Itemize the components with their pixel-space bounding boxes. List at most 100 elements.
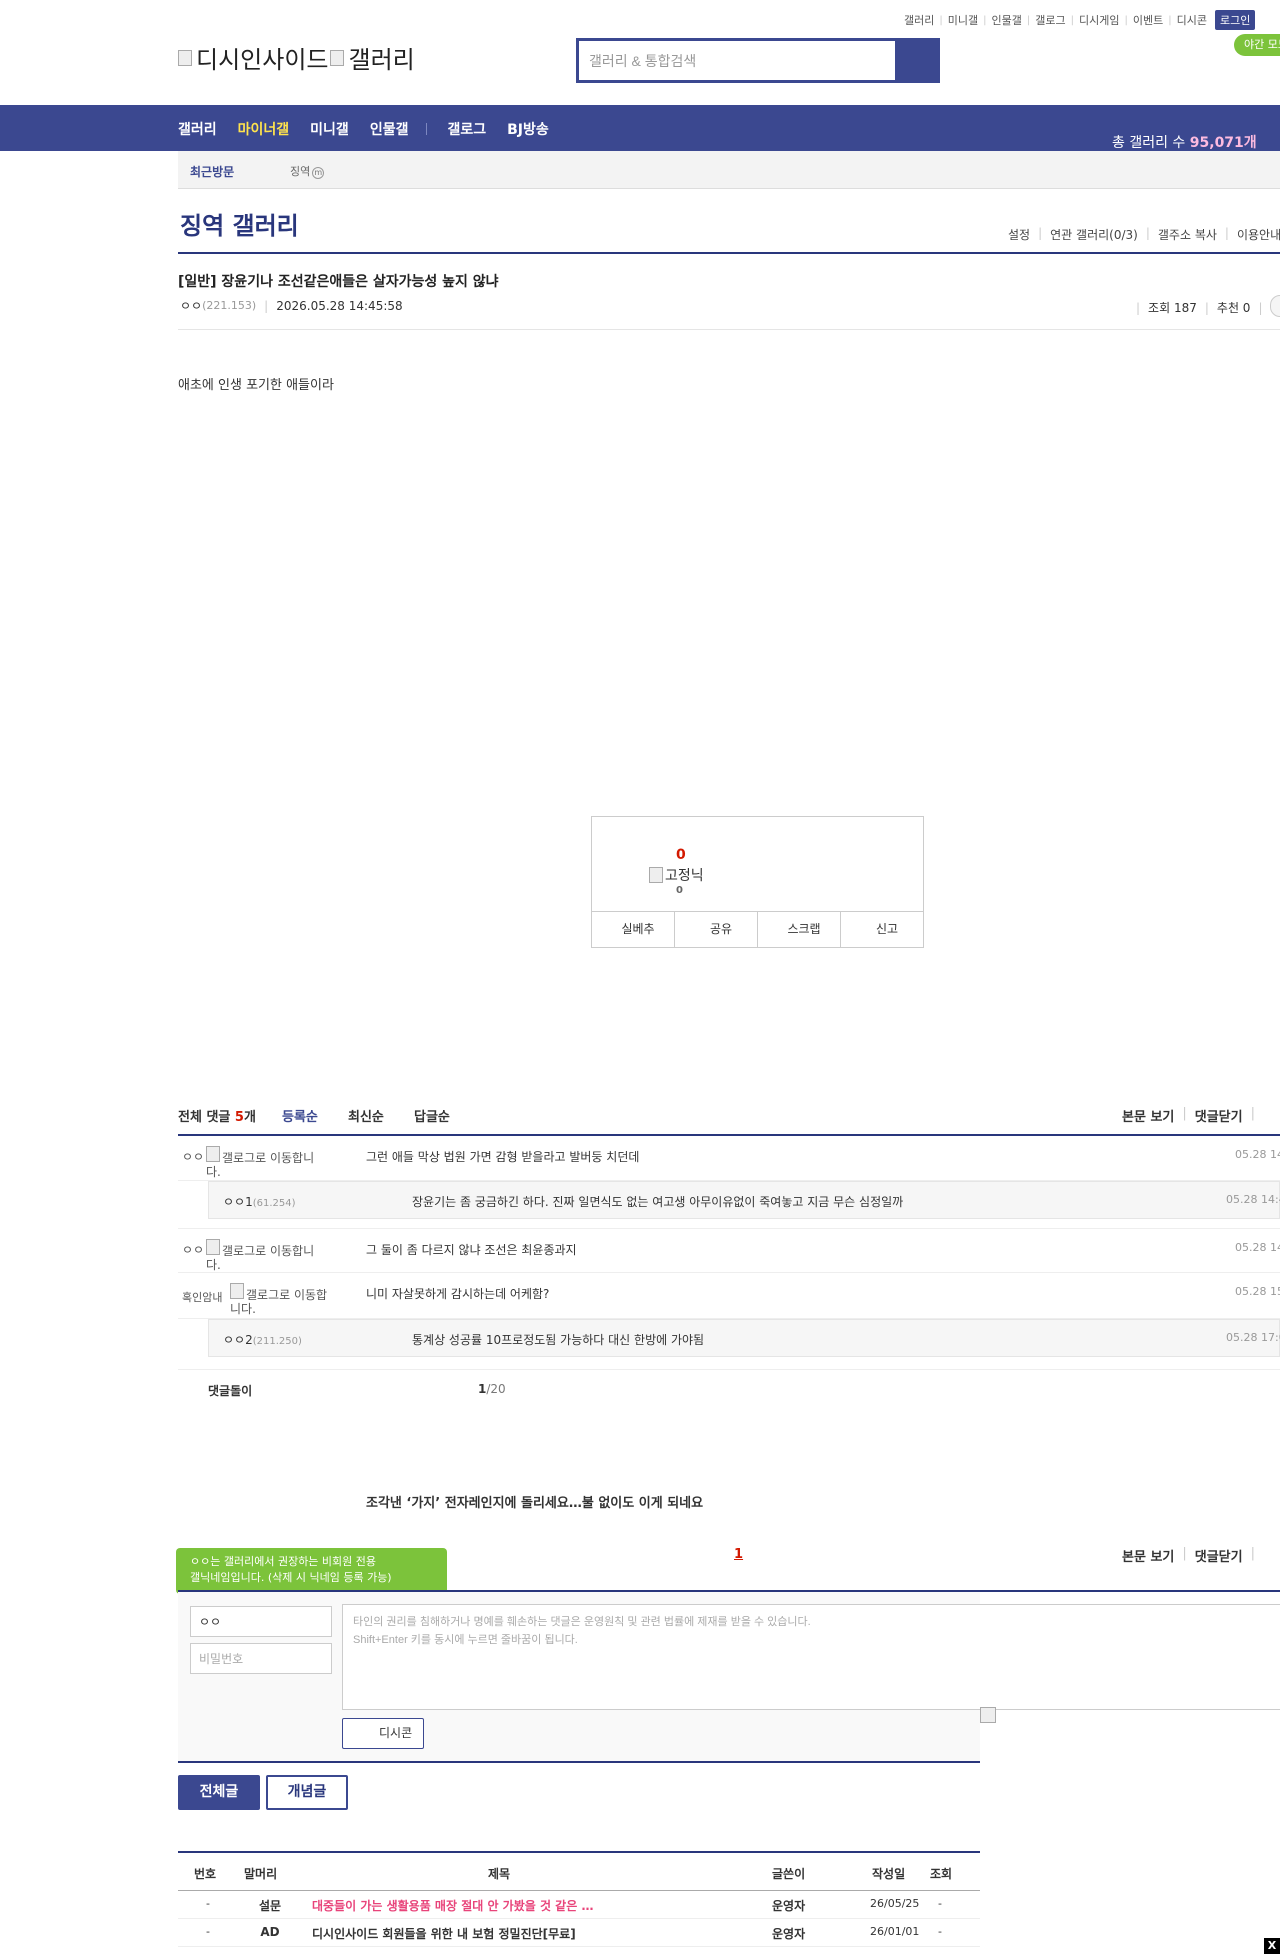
nav-gallery[interactable]: 갤러리 <box>178 119 217 139</box>
comments-total: 전체 댓글 5개 <box>178 1110 256 1125</box>
ad-headline-link[interactable]: 조각낸 ‘가지’ 전자레인지에 돌리세요…불 없이도 이게 되네요 <box>366 1492 703 1511</box>
gallery-title[interactable]: 징역 갤러리 <box>180 206 299 241</box>
view-post-link[interactable]: 본문 보기 <box>1122 1546 1174 1565</box>
header-writer: 글쓴이 <box>772 1867 806 1881</box>
comment-page-number[interactable]: 1 <box>734 1547 743 1562</box>
top-link-person[interactable]: 인물갤 <box>992 12 1022 28</box>
comment-textarea[interactable] <box>342 1604 1280 1710</box>
comments-header: 전체 댓글 5개 등록순 최신순 답글순 본문 보기 | 댓글닫기 | <box>178 1106 1255 1125</box>
comment-nick[interactable]: ㅇㅇ <box>182 1241 204 1258</box>
scrap-button[interactable]: 스크랩 <box>758 912 841 947</box>
site-logo[interactable]: 디시인사이드 갤러리 <box>178 40 415 75</box>
top-link-dccon[interactable]: 디시콘 <box>1177 12 1207 28</box>
header-title: 제목 <box>488 1867 511 1881</box>
header-subject-prefix: 말머리 <box>244 1867 278 1881</box>
comment-jump-button[interactable] <box>1270 295 1280 317</box>
reply-item: ㅇㅇ1(61.254) 장윤기는 좀 궁금하긴 하다. 진짜 일면식도 없는 여… <box>208 1181 1280 1219</box>
nav-mini-gallery[interactable]: 미니갤 <box>310 119 349 139</box>
fixed-nick-recommend[interactable]: 고정닉 <box>649 865 704 885</box>
post-list-row[interactable]: - AD 디시인사이드 회원들을 위한 내 보험 정밀진단[무료] 운영자 26… <box>178 1919 980 1947</box>
real-best-recommend-button[interactable]: 실베추 <box>592 912 675 947</box>
comment-date: 05.28 14:47:02 <box>1235 1148 1280 1161</box>
copy-gallery-url-link[interactable]: 갤주소 복사 <box>1158 226 1217 243</box>
post-stats: | 조회 187 | 추천 0 | <box>1136 300 1263 316</box>
top-link-gallog[interactable]: 갤로그 <box>1035 12 1065 28</box>
broken-image-icon <box>178 49 192 66</box>
gallery-settings-link[interactable]: 설정 <box>1008 226 1030 243</box>
reply-nick[interactable]: ㅇㅇ2(211.250) <box>223 1331 302 1348</box>
search-input[interactable] <box>579 41 895 80</box>
sort-by-registration[interactable]: 등록순 <box>282 1106 318 1125</box>
password-field[interactable] <box>190 1643 332 1674</box>
search-button[interactable] <box>895 41 937 80</box>
nav-bj-broadcast[interactable]: BJ방송 <box>507 119 549 139</box>
post-list-header: 번호 말머리 제목 글쓴이 작성일 조회 <box>178 1851 980 1891</box>
post-list-row[interactable]: - 설문 대중들이 가는 생활용품 매장 절대 안 가봤을 것 같은 … 운영자… <box>178 1891 980 1919</box>
comment-item: ㅇㅇ 갤로그로 이동합니다. 그 둘이 좀 다르지 않냐 조선은 최윤종과지 0… <box>178 1228 1280 1273</box>
nickname-field[interactable] <box>190 1606 332 1637</box>
login-button[interactable]: 로그인 <box>1214 10 1256 30</box>
post-author[interactable]: ㅇㅇ <box>180 297 202 314</box>
comment-text: 니미 자살못하게 감시하는데 어케함? <box>366 1287 550 1301</box>
gallog-link-icon[interactable]: 갤로그로 이동합니다. <box>206 1146 326 1179</box>
header-number: 번호 <box>194 1867 217 1881</box>
nav-minor-gallery[interactable]: 마이너갤 <box>238 119 290 139</box>
reply-date: 05.28 14:49:15 <box>1226 1193 1280 1206</box>
post-author-ip: (221.153) <box>202 299 257 312</box>
close-comments-link[interactable]: 댓글닫기 <box>1195 1546 1243 1565</box>
top-link-event[interactable]: 이벤트 <box>1133 12 1163 28</box>
post-link[interactable]: 대중들이 가는 생활용품 매장 절대 안 가봤을 것 같은 … <box>312 1897 593 1914</box>
post-body: 애초에 인생 포기한 애들이라 <box>178 378 334 393</box>
recent-visits-label[interactable]: 최근방문 <box>190 163 234 180</box>
close-comments-link[interactable]: 댓글닫기 <box>1195 1106 1243 1125</box>
comment-nick[interactable]: 혹인암내 <box>182 1289 222 1305</box>
reply-text: 통계상 성공률 10프로정도됨 가능하다 대신 한방에 가야됨 <box>412 1333 705 1347</box>
sort-by-latest[interactable]: 최신순 <box>348 1106 384 1125</box>
main-nav: 갤러리 마이너갤 미니갤 인물갤 갤로그 BJ방송 총 갤러리 수 95,071… <box>0 105 1280 151</box>
concept-posts-tab[interactable]: 개념글 <box>266 1775 348 1810</box>
comment-bot-label: 댓글돌이 <box>208 1384 253 1398</box>
recommend-count: 0 <box>676 847 686 863</box>
broken-image-icon <box>649 867 663 883</box>
broken-image-icon <box>330 49 345 66</box>
logo-text-dcinside: 디시인사이드 <box>196 46 329 74</box>
nav-person-gallery[interactable]: 인물갤 <box>370 119 409 139</box>
comment-date: 05.28 15:03:40 <box>1235 1285 1280 1298</box>
related-gallery-link[interactable]: 연관 갤러리(0/3) <box>1050 226 1138 243</box>
comment-write-box: 디시콘 <box>178 1592 1280 1763</box>
all-posts-tab[interactable]: 전체글 <box>178 1775 260 1810</box>
sort-by-replies[interactable]: 답글순 <box>414 1106 450 1125</box>
top-link-gallery[interactable]: 갤러리 <box>904 12 934 28</box>
recent-visit-item[interactable]: 징역 m <box>290 163 325 179</box>
comment-item: ㅇㅇ 갤로그로 이동합니다. 그런 애들 막상 법원 가면 감형 받을라고 발버… <box>178 1136 1280 1181</box>
reply-nick[interactable]: ㅇㅇ1(61.254) <box>223 1193 296 1210</box>
recent-visits-bar: 최근방문 징역 m <box>178 151 1280 189</box>
top-link-dcgame[interactable]: 디시게임 <box>1079 12 1119 28</box>
gallog-link-icon[interactable]: 갤로그로 이동합니다. <box>206 1239 326 1272</box>
comment-text: 그 둘이 좀 다르지 않냐 조선은 최윤종과지 <box>366 1243 577 1257</box>
fixed-nick-count: 0 <box>676 885 683 896</box>
usage-guide-link[interactable]: 이용안내 <box>1237 226 1280 243</box>
header-date: 작성일 <box>872 1867 906 1881</box>
minor-gallery-badge-icon: m <box>312 167 325 179</box>
comment-item: 혹인암내 갤로그로 이동합니다. 니미 자살못하게 감시하는데 어케함? 05.… <box>178 1273 1280 1319</box>
title-divider <box>178 252 1280 254</box>
post-link[interactable]: 디시인사이드 회원들을 위한 내 보험 정밀진단[무료] <box>312 1925 576 1942</box>
top-link-minigall[interactable]: 미니갤 <box>948 12 978 28</box>
comment-nick[interactable]: ㅇㅇ <box>182 1148 204 1165</box>
nav-gallog[interactable]: 갤로그 <box>447 119 486 139</box>
logo-text-gallery: 갤러리 <box>348 46 415 74</box>
share-button[interactable]: 공유 <box>675 912 758 947</box>
total-gallery-count: 총 갤러리 수 95,071개 <box>1112 135 1257 151</box>
view-post-link[interactable]: 본문 보기 <box>1122 1106 1174 1125</box>
top-links: 갤러리 | 미니갤 | 인물갤 | 갤로그 | 디시게임 | 이벤트 | 디시콘 로그인 <box>904 10 1256 30</box>
dccon-button[interactable]: 디시콘 <box>342 1718 424 1749</box>
gallog-link-icon[interactable]: 갤로그로 이동합니다. <box>230 1283 330 1316</box>
report-button[interactable]: 신고 <box>841 912 923 947</box>
comment-pager[interactable]: 1/20 <box>478 1382 506 1396</box>
close-ad-button[interactable]: X <box>1264 1938 1280 1954</box>
night-mode-button[interactable]: 야간 모드 <box>1234 34 1280 56</box>
post-views: 조회 187 <box>1148 301 1197 315</box>
post-meta: ㅇㅇ (221.153) | 2026.05.28 14:45:58 <box>180 297 403 314</box>
search-box <box>576 38 940 83</box>
